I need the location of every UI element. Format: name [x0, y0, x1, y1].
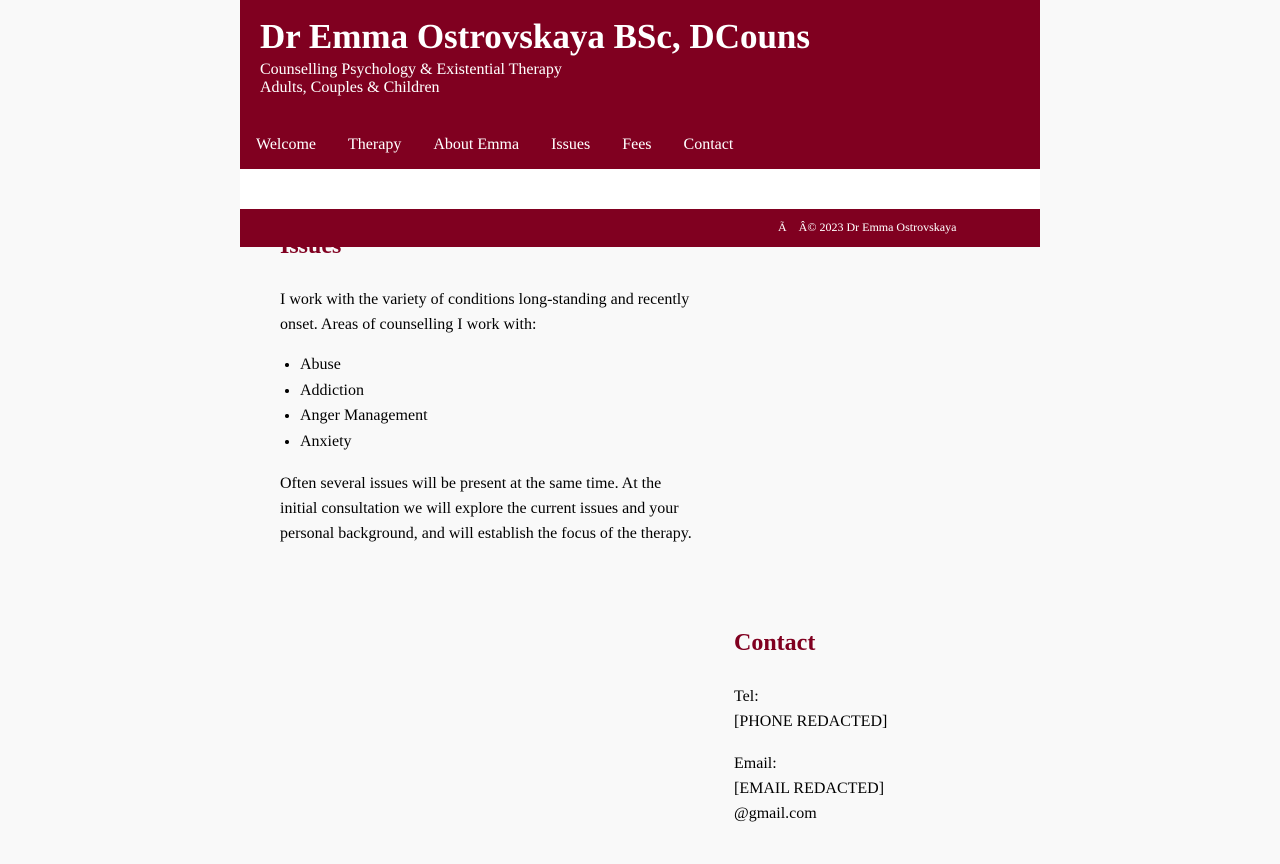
tel-label: Tel: — [734, 688, 759, 705]
list-item: Addiction — [300, 378, 700, 404]
main-nav: Welcome Therapy About Emma Issues Fees C… — [240, 128, 749, 169]
nav-item-therapy[interactable]: Therapy — [332, 128, 417, 169]
list-item: Anger Management — [300, 403, 700, 429]
tel-value[interactable]: [PHONE REDACTED] — [734, 709, 1014, 734]
nav-item-welcome[interactable]: Welcome — [240, 128, 332, 169]
site-footer: Ã Â© 2023 Dr Emma Ostrovskaya — [240, 209, 1040, 247]
issues-intro: I work with the variety of conditions lo… — [280, 291, 690, 333]
email-block: Email: [EMAIL REDACTED] @gmail.com — [734, 751, 1014, 826]
list-item: Abuse — [300, 352, 700, 378]
site-title: Dr Emma Ostrovskaya BSc, DCouns — [260, 17, 811, 56]
issues-list: Abuse Addiction Anger Management Anxiety — [280, 352, 700, 454]
email-label: Email: — [734, 755, 777, 772]
site-subtitle-specialty: Counselling Psychology & Existential The… — [260, 61, 562, 78]
copyright-text: Ã Â© 2023 Dr Emma Ostrovskaya — [778, 220, 957, 234]
page: Dr Emma Ostrovskaya BSc, DCouns Counsell… — [0, 0, 1280, 864]
tel-block: Tel: [PHONE REDACTED] — [734, 684, 1014, 734]
nav-item-about-emma[interactable]: About Emma — [417, 128, 535, 169]
content-band — [240, 169, 1040, 209]
nav-item-issues[interactable]: Issues — [535, 128, 606, 169]
list-item: Anxiety — [300, 429, 700, 455]
contact-section: Contact Tel: [PHONE REDACTED] Email: [EM… — [734, 623, 1014, 826]
contact-heading: Contact — [734, 630, 816, 656]
issues-outro: Often several issues will be present at … — [280, 475, 692, 542]
email-domain[interactable]: @gmail.com — [734, 801, 1014, 826]
site-header: Dr Emma Ostrovskaya BSc, DCouns Counsell… — [240, 0, 1040, 169]
site-frame: Dr Emma Ostrovskaya BSc, DCouns Counsell… — [240, 0, 1040, 247]
nav-item-contact[interactable]: Contact — [668, 128, 750, 169]
nav-item-fees[interactable]: Fees — [606, 128, 667, 169]
site-subtitle-clients: Adults, Couples & Children — [260, 79, 440, 96]
email-value[interactable]: [EMAIL REDACTED] — [734, 776, 1014, 801]
issues-section: Issues I work with the variety of condit… — [280, 226, 700, 546]
